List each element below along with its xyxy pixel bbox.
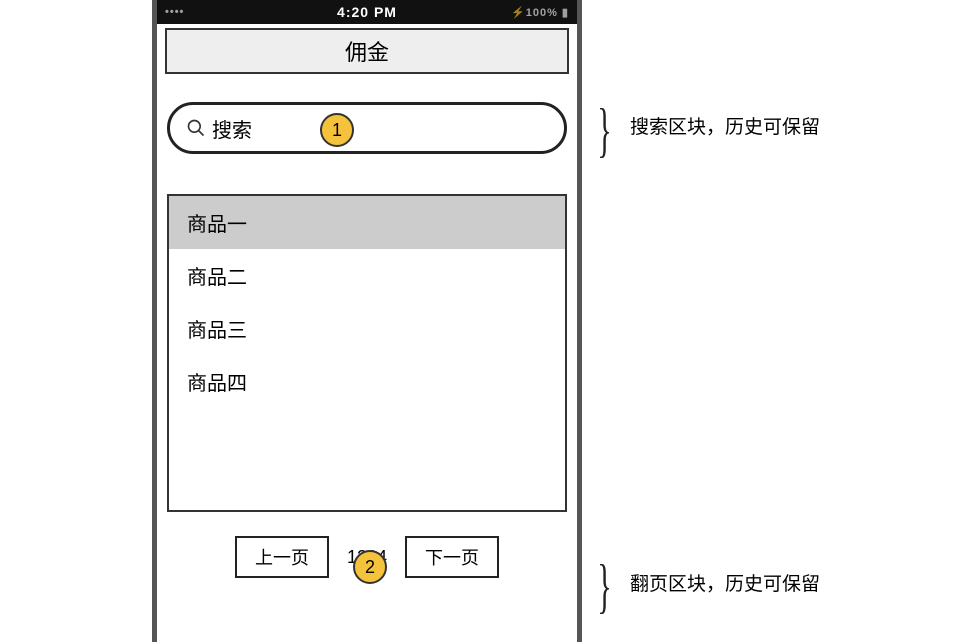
list-item-label: 商品三 (187, 320, 247, 342)
nav-bar: 佣金 (165, 28, 569, 74)
list-item-label: 商品一 (187, 214, 247, 236)
search-icon (186, 118, 206, 138)
pager: 上一页 1234 下一页 2 (167, 536, 567, 578)
brace-icon: } (597, 96, 611, 165)
clock-text: 4:20 PM (337, 4, 397, 20)
list-item[interactable]: 商品一 (169, 196, 565, 249)
list-item-label: 商品四 (187, 373, 247, 395)
annotation-search: 搜索区块，历史可保留 (630, 115, 840, 141)
callout-marker-2: 2 (353, 550, 387, 584)
status-bar: •••• 4:20 PM ⚡100% ▮ (157, 0, 577, 24)
phone-frame: •••• 4:20 PM ⚡100% ▮ 佣金 搜索 1 商品一 商品二 商品三 (152, 0, 582, 642)
callout-marker-1: 1 (320, 113, 354, 147)
carrier-text: •••• (165, 6, 184, 18)
brace-icon: } (597, 552, 611, 621)
list-item-label: 商品二 (187, 267, 247, 289)
prev-page-button[interactable]: 上一页 (235, 536, 329, 578)
search-placeholder: 搜索 (212, 114, 252, 143)
product-list: 商品一 商品二 商品三 商品四 (167, 194, 567, 512)
page-title: 佣金 (345, 35, 389, 67)
search-input[interactable]: 搜索 1 (167, 102, 567, 154)
annotation-pager: 翻页区块，历史可保留 (630, 572, 840, 598)
list-item[interactable]: 商品二 (169, 249, 565, 302)
list-item[interactable]: 商品三 (169, 302, 565, 355)
list-item[interactable]: 商品四 (169, 355, 565, 408)
next-page-button[interactable]: 下一页 (405, 536, 499, 578)
battery-text: ⚡100% ▮ (511, 6, 569, 19)
